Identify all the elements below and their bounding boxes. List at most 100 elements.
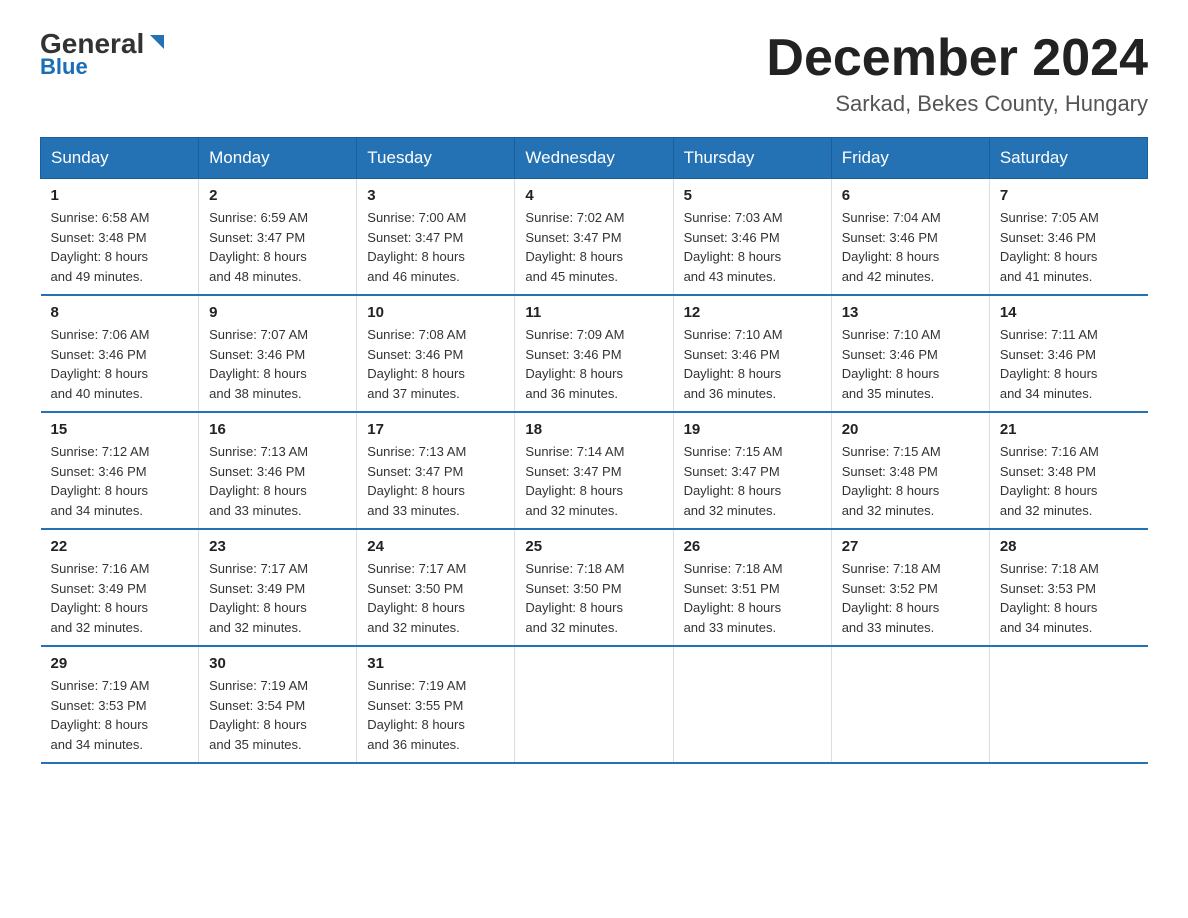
col-thursday: Thursday	[673, 138, 831, 179]
table-row: 24 Sunrise: 7:17 AM Sunset: 3:50 PM Dayl…	[357, 529, 515, 646]
table-row: 25 Sunrise: 7:18 AM Sunset: 3:50 PM Dayl…	[515, 529, 673, 646]
day-number: 21	[1000, 421, 1138, 438]
table-row	[831, 646, 989, 763]
day-info: Sunrise: 7:11 AM Sunset: 3:46 PM Dayligh…	[1000, 325, 1138, 403]
col-wednesday: Wednesday	[515, 138, 673, 179]
col-monday: Monday	[199, 138, 357, 179]
day-info: Sunrise: 7:19 AM Sunset: 3:54 PM Dayligh…	[209, 676, 346, 754]
table-row: 22 Sunrise: 7:16 AM Sunset: 3:49 PM Dayl…	[41, 529, 199, 646]
day-number: 9	[209, 304, 346, 321]
table-row: 19 Sunrise: 7:15 AM Sunset: 3:47 PM Dayl…	[673, 412, 831, 529]
day-info: Sunrise: 7:06 AM Sunset: 3:46 PM Dayligh…	[51, 325, 189, 403]
table-row: 20 Sunrise: 7:15 AM Sunset: 3:48 PM Dayl…	[831, 412, 989, 529]
table-row: 12 Sunrise: 7:10 AM Sunset: 3:46 PM Dayl…	[673, 295, 831, 412]
day-number: 25	[525, 538, 662, 555]
day-info: Sunrise: 7:18 AM Sunset: 3:51 PM Dayligh…	[684, 559, 821, 637]
day-number: 23	[209, 538, 346, 555]
day-info: Sunrise: 7:17 AM Sunset: 3:49 PM Dayligh…	[209, 559, 346, 637]
col-tuesday: Tuesday	[357, 138, 515, 179]
day-number: 30	[209, 655, 346, 672]
day-number: 1	[51, 187, 189, 204]
table-row: 28 Sunrise: 7:18 AM Sunset: 3:53 PM Dayl…	[989, 529, 1147, 646]
table-row: 6 Sunrise: 7:04 AM Sunset: 3:46 PM Dayli…	[831, 179, 989, 296]
day-number: 3	[367, 187, 504, 204]
day-number: 2	[209, 187, 346, 204]
table-row: 29 Sunrise: 7:19 AM Sunset: 3:53 PM Dayl…	[41, 646, 199, 763]
col-friday: Friday	[831, 138, 989, 179]
day-info: Sunrise: 7:19 AM Sunset: 3:53 PM Dayligh…	[51, 676, 189, 754]
logo: General Blue	[40, 30, 168, 80]
day-number: 7	[1000, 187, 1138, 204]
table-row: 1 Sunrise: 6:58 AM Sunset: 3:48 PM Dayli…	[41, 179, 199, 296]
day-info: Sunrise: 7:13 AM Sunset: 3:46 PM Dayligh…	[209, 442, 346, 520]
table-row: 11 Sunrise: 7:09 AM Sunset: 3:46 PM Dayl…	[515, 295, 673, 412]
table-row: 21 Sunrise: 7:16 AM Sunset: 3:48 PM Dayl…	[989, 412, 1147, 529]
calendar-week-row: 15 Sunrise: 7:12 AM Sunset: 3:46 PM Dayl…	[41, 412, 1148, 529]
day-number: 13	[842, 304, 979, 321]
col-saturday: Saturday	[989, 138, 1147, 179]
day-info: Sunrise: 7:10 AM Sunset: 3:46 PM Dayligh…	[842, 325, 979, 403]
col-sunday: Sunday	[41, 138, 199, 179]
day-info: Sunrise: 7:05 AM Sunset: 3:46 PM Dayligh…	[1000, 208, 1138, 286]
day-number: 15	[51, 421, 189, 438]
day-number: 8	[51, 304, 189, 321]
calendar-week-row: 22 Sunrise: 7:16 AM Sunset: 3:49 PM Dayl…	[41, 529, 1148, 646]
table-row	[989, 646, 1147, 763]
day-info: Sunrise: 7:10 AM Sunset: 3:46 PM Dayligh…	[684, 325, 821, 403]
table-row: 3 Sunrise: 7:00 AM Sunset: 3:47 PM Dayli…	[357, 179, 515, 296]
day-info: Sunrise: 7:04 AM Sunset: 3:46 PM Dayligh…	[842, 208, 979, 286]
day-number: 19	[684, 421, 821, 438]
table-row: 13 Sunrise: 7:10 AM Sunset: 3:46 PM Dayl…	[831, 295, 989, 412]
logo-blue: Blue	[40, 54, 168, 80]
table-row	[673, 646, 831, 763]
calendar-week-row: 8 Sunrise: 7:06 AM Sunset: 3:46 PM Dayli…	[41, 295, 1148, 412]
table-row: 14 Sunrise: 7:11 AM Sunset: 3:46 PM Dayl…	[989, 295, 1147, 412]
day-number: 12	[684, 304, 821, 321]
page-subtitle: Sarkad, Bekes County, Hungary	[766, 91, 1148, 117]
table-row: 8 Sunrise: 7:06 AM Sunset: 3:46 PM Dayli…	[41, 295, 199, 412]
day-number: 17	[367, 421, 504, 438]
day-number: 20	[842, 421, 979, 438]
page-title: December 2024	[766, 30, 1148, 87]
day-number: 28	[1000, 538, 1138, 555]
table-row	[515, 646, 673, 763]
day-number: 14	[1000, 304, 1138, 321]
table-row: 26 Sunrise: 7:18 AM Sunset: 3:51 PM Dayl…	[673, 529, 831, 646]
day-info: Sunrise: 7:02 AM Sunset: 3:47 PM Dayligh…	[525, 208, 662, 286]
day-info: Sunrise: 7:15 AM Sunset: 3:47 PM Dayligh…	[684, 442, 821, 520]
day-info: Sunrise: 6:58 AM Sunset: 3:48 PM Dayligh…	[51, 208, 189, 286]
day-info: Sunrise: 7:15 AM Sunset: 3:48 PM Dayligh…	[842, 442, 979, 520]
day-number: 24	[367, 538, 504, 555]
day-number: 31	[367, 655, 504, 672]
table-row: 16 Sunrise: 7:13 AM Sunset: 3:46 PM Dayl…	[199, 412, 357, 529]
day-info: Sunrise: 7:16 AM Sunset: 3:48 PM Dayligh…	[1000, 442, 1138, 520]
day-number: 18	[525, 421, 662, 438]
title-area: December 2024 Sarkad, Bekes County, Hung…	[766, 30, 1148, 117]
table-row: 15 Sunrise: 7:12 AM Sunset: 3:46 PM Dayl…	[41, 412, 199, 529]
calendar-table: Sunday Monday Tuesday Wednesday Thursday…	[40, 137, 1148, 764]
calendar-week-row: 1 Sunrise: 6:58 AM Sunset: 3:48 PM Dayli…	[41, 179, 1148, 296]
table-row: 23 Sunrise: 7:17 AM Sunset: 3:49 PM Dayl…	[199, 529, 357, 646]
day-number: 4	[525, 187, 662, 204]
table-row: 10 Sunrise: 7:08 AM Sunset: 3:46 PM Dayl…	[357, 295, 515, 412]
day-info: Sunrise: 7:16 AM Sunset: 3:49 PM Dayligh…	[51, 559, 189, 637]
day-info: Sunrise: 7:03 AM Sunset: 3:46 PM Dayligh…	[684, 208, 821, 286]
calendar-week-row: 29 Sunrise: 7:19 AM Sunset: 3:53 PM Dayl…	[41, 646, 1148, 763]
table-row: 9 Sunrise: 7:07 AM Sunset: 3:46 PM Dayli…	[199, 295, 357, 412]
day-info: Sunrise: 7:13 AM Sunset: 3:47 PM Dayligh…	[367, 442, 504, 520]
day-number: 11	[525, 304, 662, 321]
day-info: Sunrise: 6:59 AM Sunset: 3:47 PM Dayligh…	[209, 208, 346, 286]
table-row: 18 Sunrise: 7:14 AM Sunset: 3:47 PM Dayl…	[515, 412, 673, 529]
table-row: 31 Sunrise: 7:19 AM Sunset: 3:55 PM Dayl…	[357, 646, 515, 763]
day-number: 26	[684, 538, 821, 555]
day-info: Sunrise: 7:12 AM Sunset: 3:46 PM Dayligh…	[51, 442, 189, 520]
day-number: 6	[842, 187, 979, 204]
table-row: 17 Sunrise: 7:13 AM Sunset: 3:47 PM Dayl…	[357, 412, 515, 529]
day-info: Sunrise: 7:07 AM Sunset: 3:46 PM Dayligh…	[209, 325, 346, 403]
day-info: Sunrise: 7:18 AM Sunset: 3:52 PM Dayligh…	[842, 559, 979, 637]
day-info: Sunrise: 7:09 AM Sunset: 3:46 PM Dayligh…	[525, 325, 662, 403]
day-info: Sunrise: 7:00 AM Sunset: 3:47 PM Dayligh…	[367, 208, 504, 286]
table-row: 4 Sunrise: 7:02 AM Sunset: 3:47 PM Dayli…	[515, 179, 673, 296]
calendar-header-row: Sunday Monday Tuesday Wednesday Thursday…	[41, 138, 1148, 179]
day-number: 5	[684, 187, 821, 204]
